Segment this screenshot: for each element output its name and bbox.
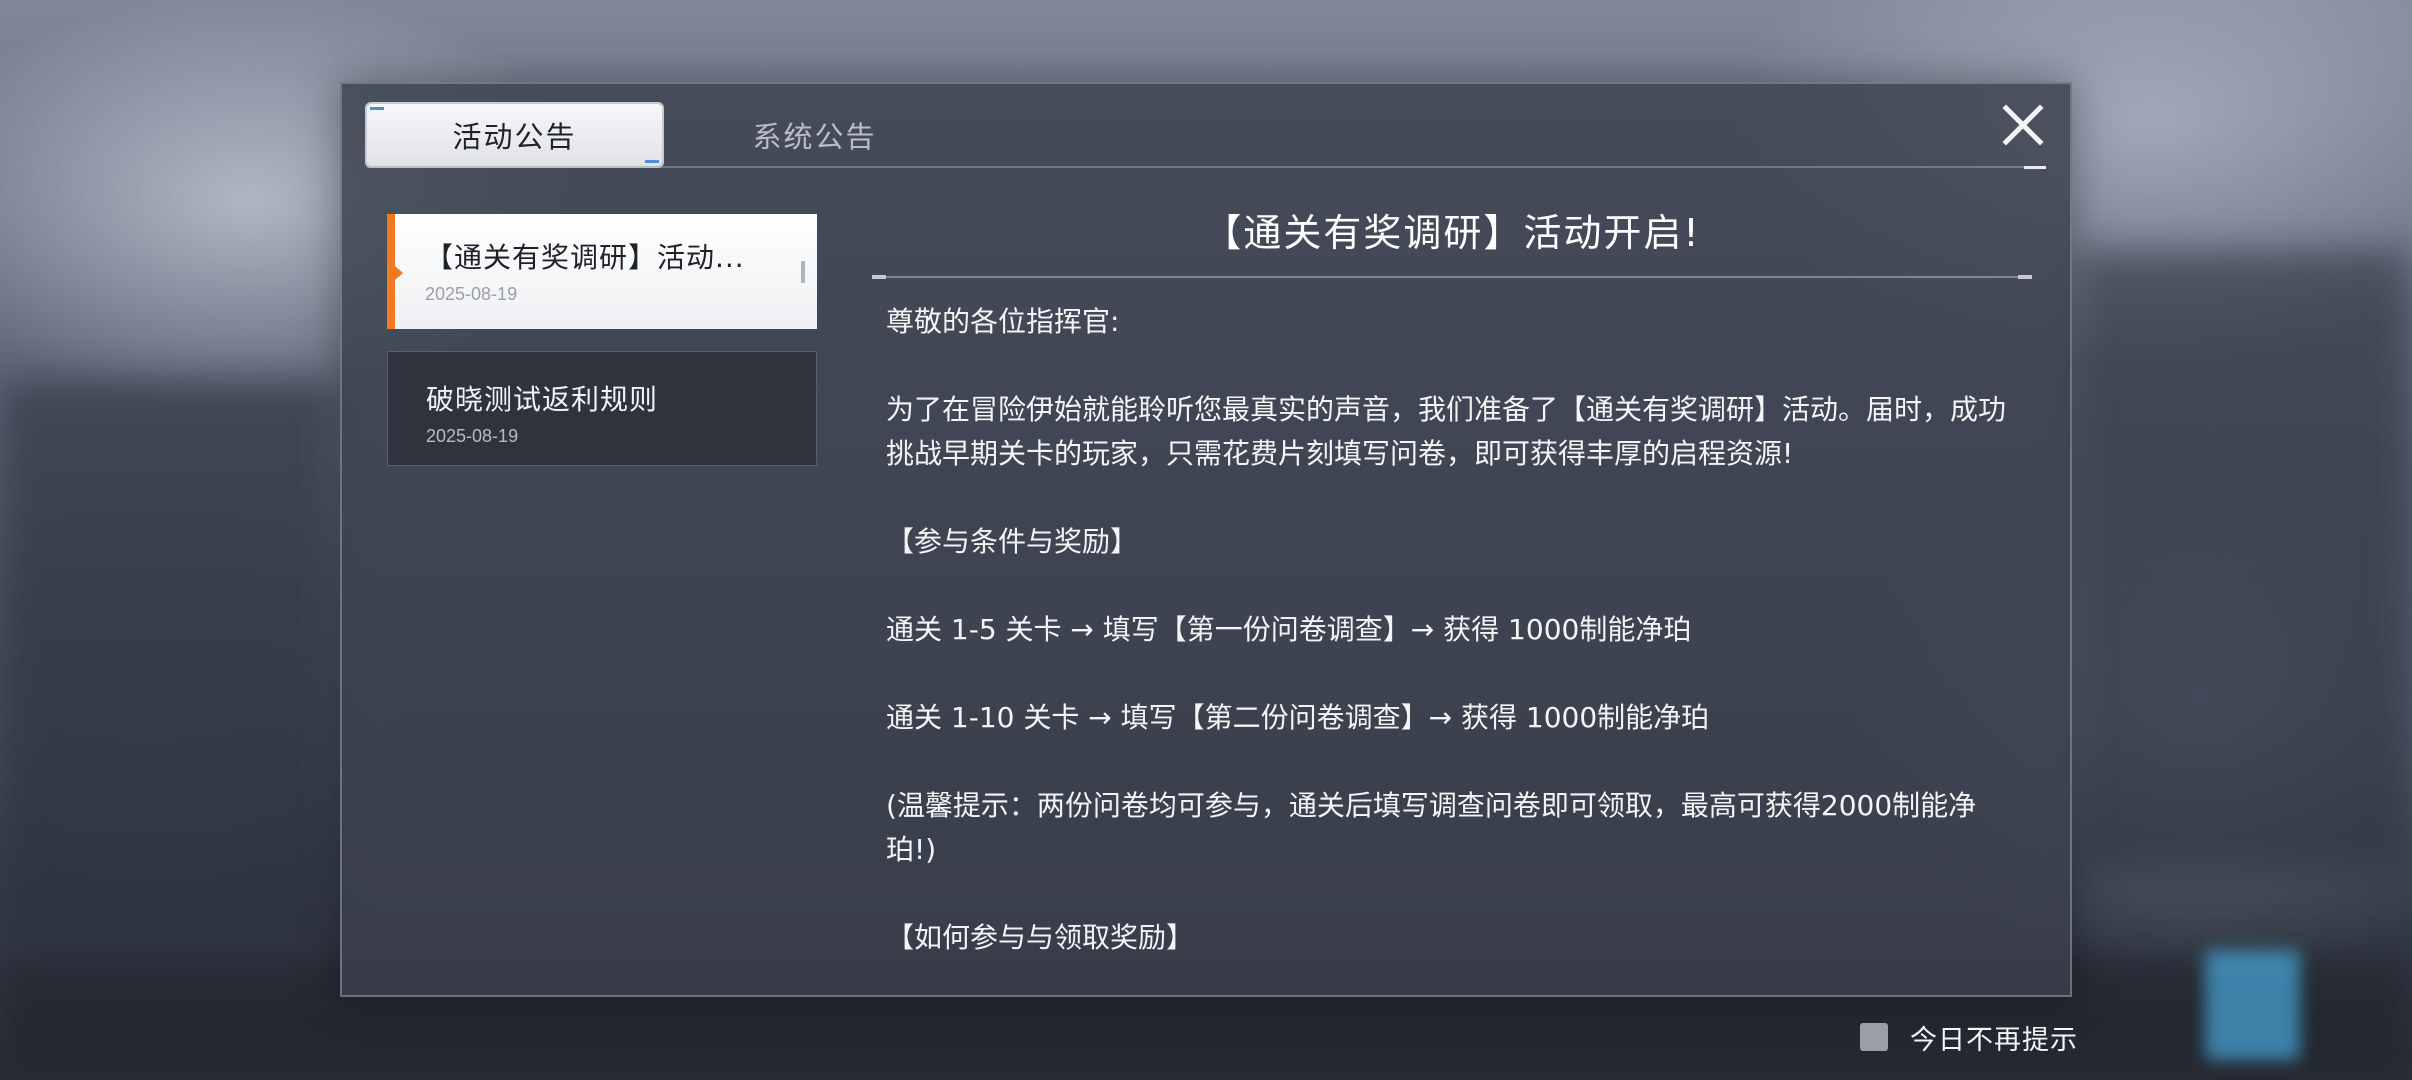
announcement-body: 尊敬的各位指挥官: 为了在冒险伊始就能聆听您最真实的声音，我们准备了【通关有奖调…: [872, 278, 2006, 960]
body-paragraph: 通关 1-5 关卡 → 填写【第一份问卷调查】→ 获得 1000制能净珀: [886, 613, 1692, 646]
background-glow: [2205, 950, 2300, 1060]
list-item-date: 2025-08-19: [426, 426, 519, 446]
selection-pointer-icon: [395, 266, 403, 280]
background-building: [0, 380, 330, 940]
dont-show-today-checkbox[interactable]: [1860, 1023, 1888, 1051]
background-building: [2080, 250, 2410, 870]
tab-label: 活动公告: [452, 120, 577, 154]
body-paragraph: 通关 1-10 关卡 → 填写【第二份问卷调查】→ 获得 1000制能净珀: [886, 701, 1710, 734]
list-item[interactable]: 破晓测试返利规则 2025-08-19: [387, 351, 817, 466]
body-paragraph: 【如何参与与领取奖励】: [886, 921, 1195, 954]
dont-show-today-toggle[interactable]: 今日不再提示: [1860, 1020, 2078, 1056]
title-divider: [872, 275, 2032, 279]
scrollbar[interactable]: [801, 261, 805, 283]
close-button[interactable]: [1998, 100, 2048, 150]
dont-show-today-label: 今日不再提示: [1910, 1024, 2078, 1056]
announcement-list: 【通关有奖调研】活动... 2025-08-19 破晓测试返利规则 2025-0…: [387, 214, 817, 488]
body-paragraph: (温馨提示：两份问卷均可参与，通关后填写调查问卷即可领取，最高可获得2000制能…: [886, 789, 1977, 866]
list-item-title: 【通关有奖调研】活动...: [425, 241, 745, 274]
body-paragraph: 【参与条件与奖励】: [886, 525, 1139, 558]
tab-system-announcement[interactable]: 系统公告: [667, 104, 962, 166]
body-paragraph: 尊敬的各位指挥官:: [886, 305, 1120, 338]
list-item-date: 2025-08-19: [425, 284, 518, 304]
tab-label: 系统公告: [752, 120, 877, 154]
list-item[interactable]: 【通关有奖调研】活动... 2025-08-19: [387, 214, 817, 329]
close-icon: [2002, 104, 2044, 146]
tab-divider: [367, 166, 2045, 168]
body-paragraph: 为了在冒险伊始就能聆听您最真实的声音，我们准备了【通关有奖调研】活动。届时，成功…: [886, 393, 2007, 470]
announcement-title: 【通关有奖调研】活动开启!: [1203, 211, 1701, 255]
tab-event-announcement[interactable]: 活动公告: [367, 104, 662, 166]
close-underline: [2024, 166, 2046, 169]
announcement-panel: 活动公告 系统公告 【通关有奖调研】活动... 2025-08-19 破晓测试返…: [340, 82, 2072, 997]
announcement-content: 【通关有奖调研】活动开启! 尊敬的各位指挥官: 为了在冒险伊始就能聆听您最真实的…: [872, 204, 2032, 989]
game-background: 活动公告 系统公告 【通关有奖调研】活动... 2025-08-19 破晓测试返…: [0, 0, 2412, 1080]
tab-bar: 活动公告 系统公告: [342, 84, 2070, 169]
list-item-title: 破晓测试返利规则: [426, 383, 659, 416]
